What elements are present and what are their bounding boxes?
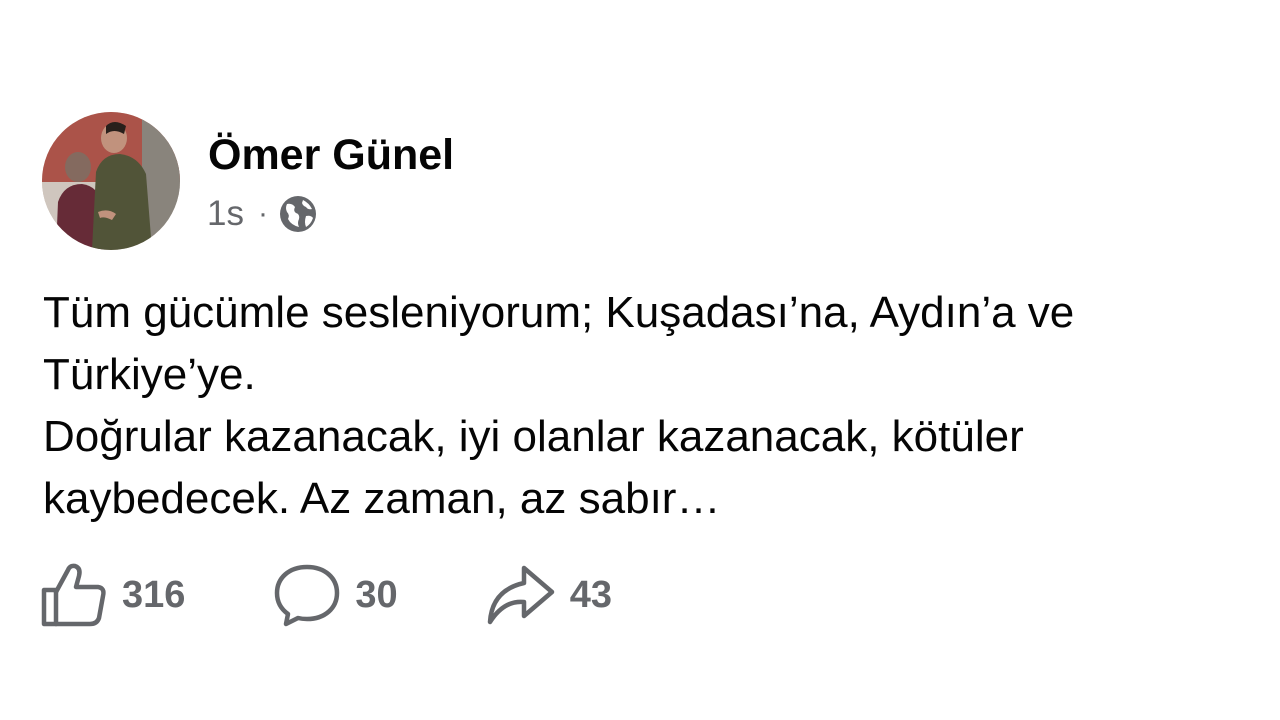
- post-text: Tüm gücümle sesleniyorum; Kuşadası’na, A…: [43, 282, 1273, 530]
- post-actions: 316 30 43: [40, 560, 612, 630]
- share-arrow-icon: [487, 565, 554, 625]
- like-count: 316: [122, 573, 186, 616]
- post-paragraph: Doğrular kazanacak, iyi olanlar kazanaca…: [43, 412, 1024, 523]
- avatar[interactable]: [42, 112, 180, 250]
- facebook-post: Ömer Günel 1s · Tüm gücümle sesleniyorum…: [0, 0, 1280, 720]
- comment-button[interactable]: 30: [273, 562, 398, 628]
- post-paragraph: Tüm gücümle sesleniyorum; Kuşadası’na, A…: [43, 288, 1075, 399]
- comment-bubble-icon: [275, 564, 340, 627]
- avatar-photo-image: [42, 112, 180, 250]
- meta-separator: ·: [257, 197, 268, 230]
- globe-icon: [278, 194, 318, 234]
- author-name[interactable]: Ömer Günel: [208, 126, 454, 184]
- share-count: 43: [569, 573, 612, 616]
- thumbs-up-icon: [41, 563, 106, 627]
- comment-count: 30: [355, 573, 398, 616]
- post-timestamp[interactable]: 1s: [207, 194, 244, 234]
- post-meta: 1s ·: [207, 192, 318, 236]
- share-button[interactable]: 43: [484, 564, 612, 626]
- like-button[interactable]: 316: [40, 562, 185, 628]
